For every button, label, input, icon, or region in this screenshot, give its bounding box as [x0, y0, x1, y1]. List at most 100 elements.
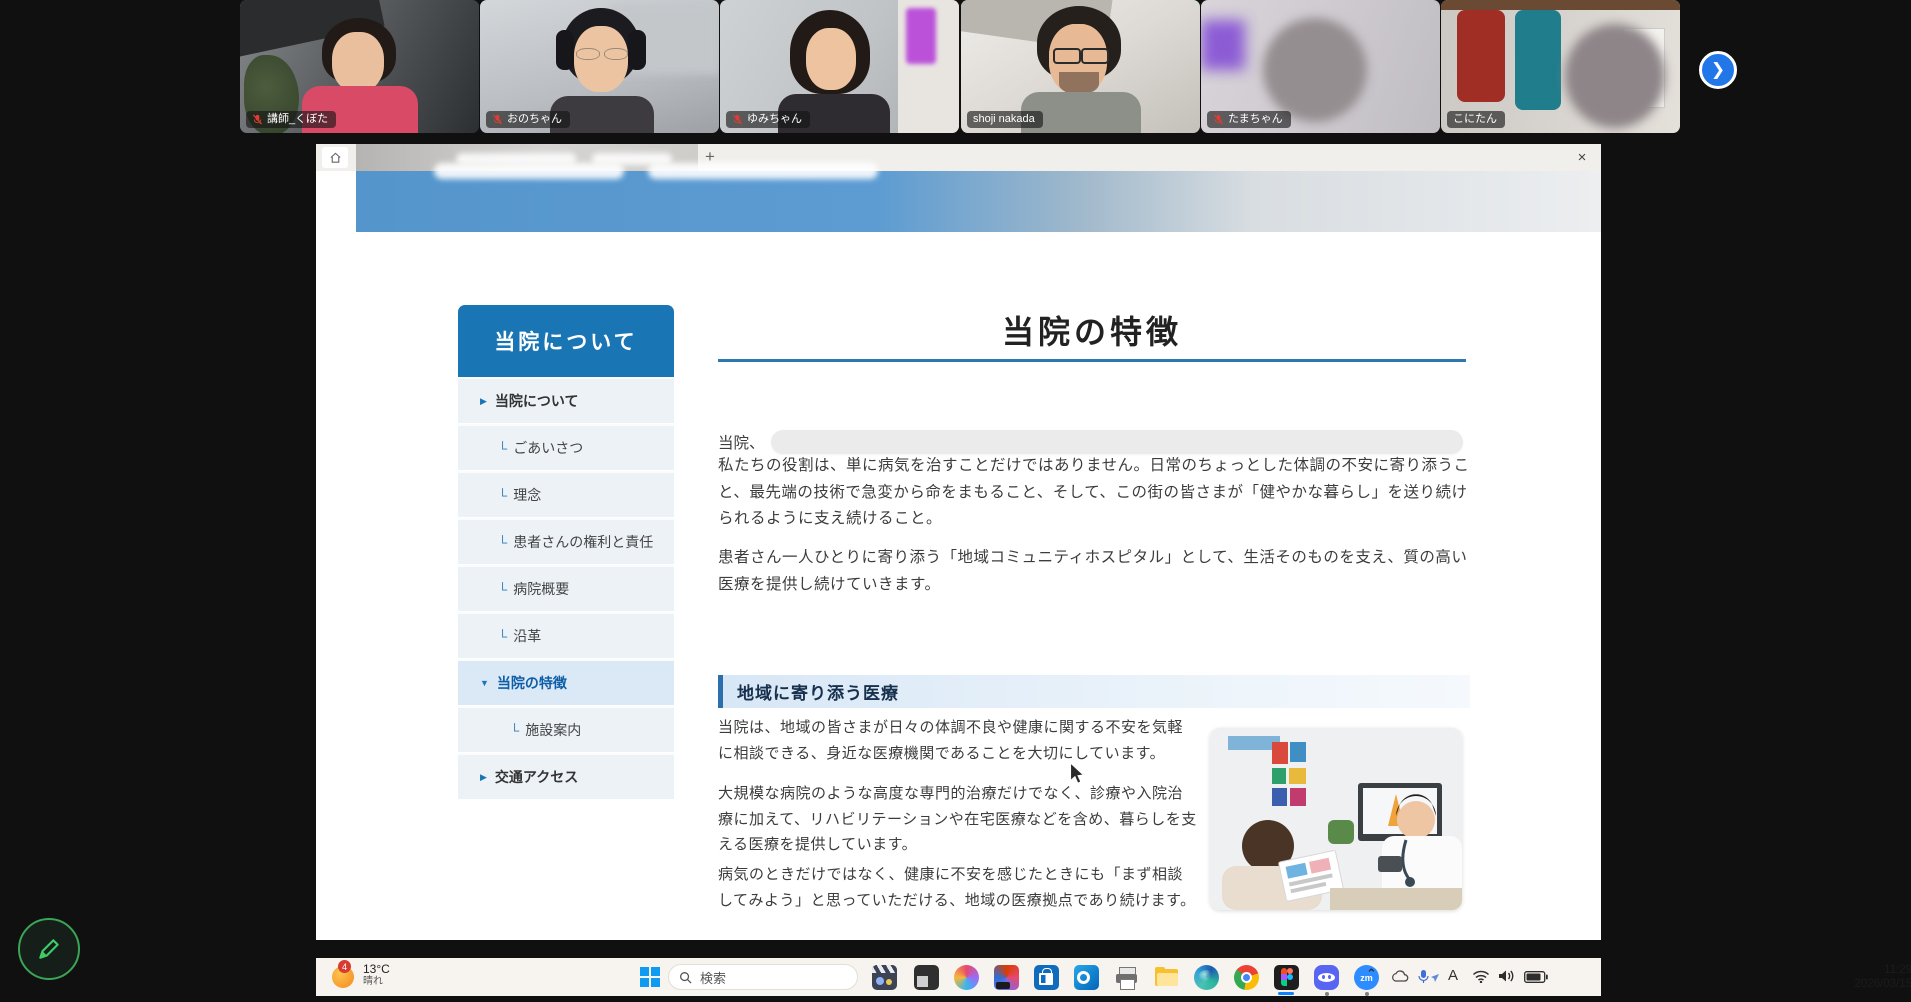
copilot-icon[interactable]	[954, 965, 979, 990]
sidebar-item-label: 交通アクセス	[495, 767, 578, 787]
tray-chevron-up[interactable]: ⌃	[1366, 966, 1377, 982]
sidebar-item-features-active[interactable]: ▼ 当院の特徴	[458, 659, 674, 705]
chrome-icon[interactable]	[1234, 965, 1259, 990]
redacted-text	[771, 430, 1463, 454]
shared-browser-window: + × 当院について ▶ 当院について └ ごあいさつ └ 理念 └ 患者さんの…	[316, 144, 1601, 940]
m365-copilot-icon[interactable]	[994, 965, 1019, 990]
participant-name-label: shoji nakada	[967, 111, 1043, 128]
photo-illustration	[1210, 728, 1462, 910]
mic-muted-icon	[492, 114, 503, 125]
video-tile-2[interactable]: おのちゃん	[480, 0, 719, 133]
microsoft-store-icon[interactable]	[1034, 965, 1059, 990]
participant-name-label: 講師_くぼた	[246, 111, 336, 128]
doctor-patient-photo	[1210, 728, 1462, 910]
section-heading: 地域に寄り添う医療	[718, 675, 1470, 708]
mouse-cursor	[1068, 763, 1086, 785]
sidebar-item-facilities[interactable]: └ 施設案内	[458, 706, 674, 752]
discord-icon[interactable]	[1314, 965, 1339, 990]
participant-name: こにたん	[1453, 113, 1497, 125]
backpack-red	[1457, 10, 1505, 102]
close-icon: ×	[1578, 149, 1587, 166]
clipchamp-icon[interactable]	[872, 965, 897, 990]
search-placeholder: 検索	[700, 968, 726, 987]
neon-sign	[906, 8, 936, 64]
sidebar-item-label: 沿革	[513, 626, 541, 646]
sidebar-item-about[interactable]: ▶ 当院について	[458, 377, 674, 423]
participant-name: shoji nakada	[973, 113, 1035, 125]
beard	[1059, 72, 1099, 94]
running-app-dot	[1325, 992, 1329, 996]
file-explorer-icon[interactable]	[1154, 965, 1179, 990]
branch-icon: └	[510, 723, 519, 738]
battery-icon[interactable]	[1524, 971, 1548, 983]
blurred-banner-title	[434, 163, 624, 179]
glasses-left	[576, 48, 600, 60]
mic-muted-icon	[252, 114, 263, 125]
participant-face	[806, 28, 856, 90]
triangle-right-icon: ▶	[480, 396, 487, 407]
body-paragraph: 私たちの役割は、単に病気を治すことだけではありません。日常のちょっとした体調の不…	[718, 453, 1478, 533]
mic-location-icon[interactable]	[1418, 969, 1440, 985]
edge-icon[interactable]	[1194, 965, 1219, 990]
video-tile-5[interactable]: たまちゃん	[1201, 0, 1440, 133]
home-button[interactable]	[322, 147, 348, 168]
sidebar-item-greeting[interactable]: └ ごあいさつ	[458, 424, 674, 470]
home-icon	[329, 151, 342, 164]
mic-muted-icon	[732, 114, 743, 125]
onedrive-icon[interactable]	[1390, 969, 1410, 984]
section-paragraph: 大規模な病院のような高度な専門的治療だけでなく、診療や入院治療に加えて、リハビリ…	[718, 781, 1198, 858]
weather-widget[interactable]: 4 13°C 晴れ	[330, 962, 390, 989]
sidebar-item-patient-rights[interactable]: └ 患者さんの権利と責任	[458, 518, 674, 564]
glasses-right	[1081, 48, 1109, 64]
participant-name: おのちゃん	[507, 113, 562, 125]
backpack-teal	[1515, 10, 1561, 110]
tray-date: 2026/03/15	[1798, 977, 1911, 991]
sidebar-item-label: 患者さんの権利と責任	[513, 532, 653, 552]
video-tile-4-active-speaker[interactable]: shoji nakada	[961, 0, 1200, 133]
annotation-tool-button[interactable]	[18, 918, 80, 980]
windows-logo-icon	[640, 978, 649, 987]
glasses-right	[604, 48, 628, 60]
headphone-cup	[628, 30, 646, 70]
sidebar-item-label: 施設案内	[525, 720, 581, 740]
printer-icon[interactable]	[1114, 965, 1139, 990]
sidebar-item-label: ごあいさつ	[513, 438, 583, 458]
sidebar-item-label: 当院の特徴	[497, 673, 567, 693]
sidebar-header: 当院について	[458, 305, 674, 377]
participant-name-label: おのちゃん	[486, 111, 570, 128]
video-tile-6[interactable]: こにたん	[1441, 0, 1680, 133]
sidebar-item-overview[interactable]: └ 病院概要	[458, 565, 674, 611]
figma-icon[interactable]	[1274, 965, 1299, 990]
sidebar-item-access[interactable]: ▶ 交通アクセス	[458, 753, 674, 799]
search-icon	[679, 971, 692, 984]
page-title: 当院の特徴	[718, 307, 1466, 353]
participant-face	[332, 32, 384, 92]
next-participants-button[interactable]: ❯	[1699, 51, 1737, 89]
sidebar-item-history[interactable]: └ 沿革	[458, 612, 674, 658]
tray-clock[interactable]: 11:29 2026/03/15	[1798, 963, 1911, 991]
ime-indicator[interactable]: A	[1448, 967, 1458, 984]
sidebar-item-philosophy[interactable]: └ 理念	[458, 471, 674, 517]
chevron-right-icon: ❯	[1711, 60, 1725, 80]
section-title: 地域に寄り添う医療	[737, 679, 899, 704]
screen: 講師_くぼた おのちゃん ゆみちゃん	[0, 0, 1911, 1002]
windows-logo-icon	[651, 978, 660, 987]
body-paragraph: 患者さん一人ひとりに寄り添う「地域コミュニティホスピタル」として、生活そのものを…	[718, 545, 1478, 598]
wifi-icon[interactable]	[1472, 970, 1490, 983]
pencil-icon	[36, 936, 62, 962]
video-tile-1[interactable]: 講師_くぼた	[240, 0, 479, 133]
video-tile-3[interactable]: ゆみちゃん	[720, 0, 959, 133]
hanging-rail	[1441, 0, 1680, 10]
window-close-button[interactable]: ×	[1570, 146, 1594, 168]
photos-app-icon[interactable]	[914, 965, 939, 990]
branch-icon: └	[498, 582, 507, 597]
glasses-left	[1053, 48, 1081, 64]
section-paragraph: 当院は、地域の皆さまが日々の体調不良や健康に関する不安を気軽に相談できる、身近な…	[718, 715, 1198, 766]
participant-name: ゆみちゃん	[747, 113, 802, 125]
volume-icon[interactable]	[1498, 969, 1516, 983]
outlook-icon[interactable]	[1074, 965, 1099, 990]
taskbar-search[interactable]: 検索	[668, 964, 858, 990]
weather-temperature: 13°C	[363, 963, 390, 976]
sidebar-item-label: 当院について	[495, 391, 579, 411]
start-button[interactable]	[640, 967, 660, 987]
